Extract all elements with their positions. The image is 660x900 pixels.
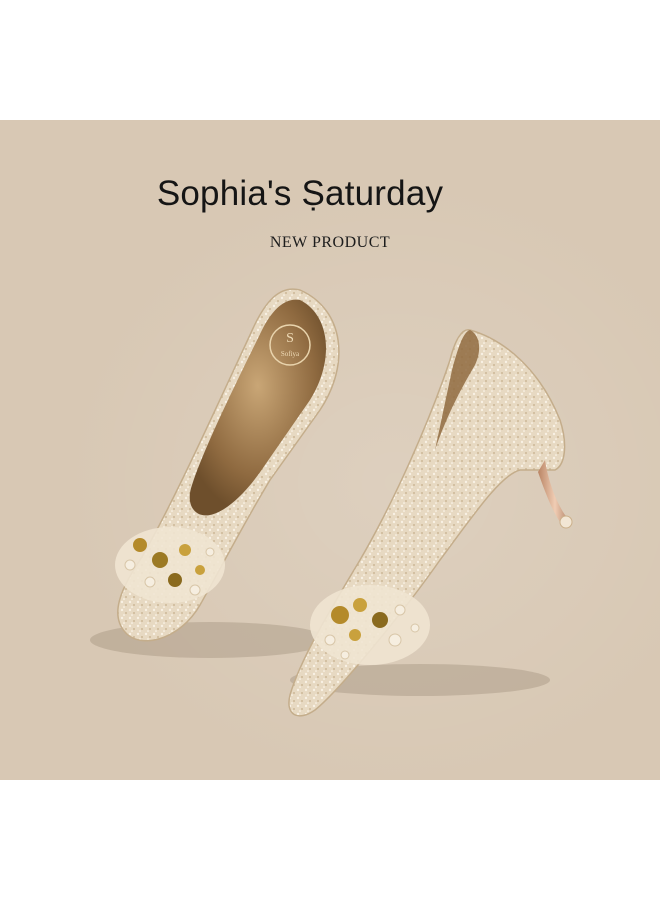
left-shoe: S Sofiya [115,288,340,642]
shoes-illustration: S Sofiya [90,288,573,717]
insole-logo-text: Sofiya [281,350,300,358]
insole-logo-letter: S [286,331,294,346]
right-shoe-brooch [310,585,430,665]
left-shoe-brooch [115,527,225,603]
heel-tip [559,515,573,529]
product-photo: Sophia's Ṣaturday NEW PRODUCT S Sofiya [0,120,660,780]
